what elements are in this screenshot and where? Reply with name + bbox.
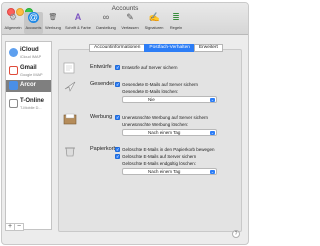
account-name: Arcor bbox=[20, 82, 37, 88]
move-to-trash-checkbox[interactable] bbox=[115, 147, 120, 153]
glasses-icon: ∞ bbox=[102, 12, 110, 22]
trash-delete-select[interactable]: Nach einem Tag ⌄ bbox=[122, 168, 217, 175]
sent-on-server-checkbox[interactable] bbox=[115, 82, 120, 88]
toolbar-regeln[interactable]: ≣ Regeln bbox=[167, 12, 185, 34]
junk-option-label: Unerwünschte Werbung auf Server sichern bbox=[122, 115, 208, 120]
fonts-colors-icon: A bbox=[74, 12, 82, 22]
toolbar-label: Signaturen bbox=[144, 25, 164, 30]
trash-title: Papierkorb bbox=[90, 146, 117, 152]
junk-icon: 🗑 bbox=[48, 14, 58, 21]
toolbar-label: Darstellung bbox=[96, 25, 116, 30]
remove-account-button[interactable]: − bbox=[14, 223, 24, 231]
at-icon: @ bbox=[28, 12, 39, 23]
toolbar-darstellung[interactable]: ∞ Darstellung bbox=[94, 12, 118, 34]
junk-delete-label: Unerwünschte Werbung löschen: bbox=[122, 122, 189, 127]
account-name: T-Online bbox=[20, 98, 44, 104]
toolbar-label: Werbung bbox=[45, 25, 61, 30]
sent-title: Gesendet bbox=[90, 81, 114, 87]
toolbar-label: Verfassen bbox=[121, 25, 139, 30]
sent-icon bbox=[64, 81, 76, 92]
account-name: iCloud bbox=[20, 47, 39, 53]
gear-icon: ⚙ bbox=[8, 12, 18, 22]
tab-accountinformationen[interactable]: Accountinformationen bbox=[89, 44, 146, 52]
sent-delete-select[interactable]: Nie ⌄ bbox=[122, 96, 217, 103]
drafts-on-server-checkbox[interactable] bbox=[115, 65, 120, 71]
trash-option2-label: Gelöschte E-Mails auf Server sichern bbox=[122, 154, 197, 159]
window-title: Accounts bbox=[111, 5, 139, 12]
account-type: iCloud IMAP bbox=[20, 55, 42, 59]
tab-bar: Accountinformationen Postfach-Verhalten … bbox=[89, 44, 223, 52]
sent-option-label: Gesendete E-Mails auf Server sichern bbox=[122, 82, 199, 87]
toolbar-label: Accounts bbox=[25, 25, 42, 30]
compose-icon: ✎ bbox=[126, 12, 134, 22]
chevron-down-icon: ⌄ bbox=[210, 131, 215, 135]
account-name: Gmail bbox=[20, 65, 37, 71]
account-item-arcor[interactable]: Arcor bbox=[6, 80, 51, 92]
accounts-sidebar: iCloud iCloud IMAP Gmail Google IMAP Arc… bbox=[5, 41, 52, 230]
toolbar-label: Schrift & Farbe bbox=[65, 25, 91, 30]
sent-delete-label: Gesendete E-Mails löschen: bbox=[122, 89, 179, 94]
signature-icon: ✍ bbox=[148, 12, 160, 22]
toolbar-label: Regeln bbox=[169, 25, 183, 30]
drafts-option-label: Entwürfe auf Server sichern bbox=[122, 65, 178, 70]
trash-icon bbox=[65, 147, 75, 157]
t-online-icon bbox=[9, 99, 18, 108]
account-item-t-online[interactable]: T-Online T-Mobile D... bbox=[6, 95, 51, 115]
cloud-icon bbox=[9, 48, 18, 57]
drafts-title: Entwürfe bbox=[90, 64, 112, 70]
account-item-gmail[interactable]: Gmail Google IMAP bbox=[6, 62, 51, 82]
junk-title: Werbung bbox=[90, 114, 113, 120]
junk-delete-value: Nach einem Tag bbox=[148, 130, 181, 135]
settings-pane bbox=[58, 49, 242, 232]
help-button[interactable]: ? bbox=[232, 230, 240, 238]
sidebar-buttons: + − bbox=[5, 223, 52, 231]
toolbar-schrift-farbe[interactable]: A Schrift & Farbe bbox=[63, 12, 93, 34]
sent-delete-value: Nie bbox=[148, 97, 155, 102]
account-type: Google IMAP bbox=[20, 73, 43, 77]
account-type: T-Mobile D... bbox=[20, 106, 42, 110]
toolbar-label: Allgemein bbox=[4, 25, 22, 30]
chevron-down-icon: ⌄ bbox=[210, 170, 215, 174]
tab-postfach-verhalten[interactable]: Postfach-Verhalten bbox=[144, 44, 195, 52]
gmail-icon bbox=[9, 66, 18, 75]
tab-erweitert[interactable]: Erweitert bbox=[193, 44, 223, 52]
junk-tray-icon bbox=[63, 113, 77, 125]
junk-on-server-checkbox[interactable] bbox=[115, 115, 120, 121]
rules-icon: ≣ bbox=[172, 12, 180, 22]
trash-on-server-checkbox[interactable] bbox=[115, 154, 120, 160]
mail-account-icon bbox=[9, 81, 18, 90]
toolbar-werbung[interactable]: 🗑 Werbung bbox=[44, 12, 62, 34]
trash-delete-value: Nach einem Tag bbox=[148, 169, 181, 174]
trash-option1-label: Gelöschte E-Mails in den Papierkorb bewe… bbox=[122, 147, 215, 152]
account-item-icloud[interactable]: iCloud iCloud IMAP bbox=[6, 44, 51, 64]
trash-delete-label: Gelöschte E-Mails endgültig löschen: bbox=[122, 161, 197, 166]
titlebar: Accounts ⚙ Allgemein @ Accounts 🗑 Werbun… bbox=[2, 3, 248, 35]
junk-delete-select[interactable]: Nach einem Tag ⌄ bbox=[122, 129, 217, 136]
toolbar-accounts[interactable]: @ Accounts bbox=[24, 12, 43, 34]
toolbar-verfassen[interactable]: ✎ Verfassen bbox=[119, 12, 141, 34]
toolbar-signaturen[interactable]: ✍ Signaturen bbox=[142, 12, 166, 34]
drafts-icon bbox=[63, 62, 75, 74]
toolbar-allgemein[interactable]: ⚙ Allgemein bbox=[3, 12, 23, 34]
chevron-down-icon: ⌄ bbox=[210, 98, 215, 102]
